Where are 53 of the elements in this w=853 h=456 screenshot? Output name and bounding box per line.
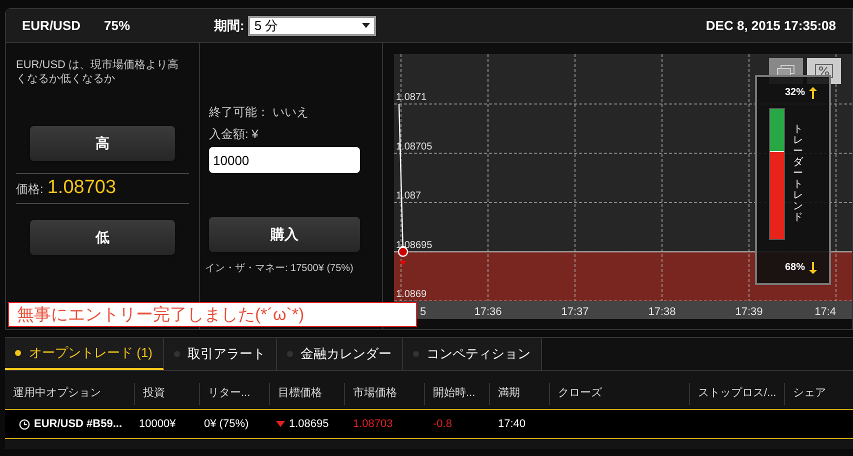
clock-icon — [19, 418, 30, 430]
price-label: 価格: — [16, 180, 44, 198]
column-header: クローズ — [550, 382, 690, 404]
down-percent: 68% — [784, 261, 805, 275]
date-time: DEC 8, 2015 17:35:08 — [706, 16, 836, 35]
price-value: 1.08703 — [47, 176, 116, 200]
tab[interactable]: オープントレード (1) — [5, 338, 164, 370]
down-arrow-icon — [809, 262, 817, 274]
caret-icon — [362, 23, 370, 28]
axis-label: 1.0869 — [396, 289, 427, 300]
amount-label: 入金額: ¥ — [209, 126, 260, 143]
table-cell-text: -0.8 — [432, 416, 453, 432]
axis-label: 1.0871 — [396, 92, 427, 103]
question-text: EUR/USD は、現市場価格より高くなるか低くなるか — [16, 58, 180, 86]
high-button[interactable]: 高 — [30, 126, 175, 161]
table-row[interactable]: EUR/USD #B59... 10000¥ 0¥ (75%) 1.08695 1.08703 -0.8 17:40 — [5, 409, 853, 439]
column-header: リター... — [200, 382, 270, 404]
column-header: ストップロス/... — [690, 382, 785, 404]
closable-text: 終了可能： いいえ — [209, 104, 310, 121]
period-dropdown[interactable]: 5 分 — [248, 16, 376, 36]
table-cell-text: 0¥ (75%) — [203, 416, 250, 432]
up-percent: 32% — [784, 86, 805, 100]
table-cell-text: 1.08695 — [289, 416, 329, 432]
axis-label: 17:37 — [561, 306, 589, 318]
tab[interactable]: 金融カレンダー — [276, 338, 402, 370]
column-header: シェア — [792, 386, 827, 402]
in-the-money-text: イン・ザ・マネー: 17500¥ (75%) — [205, 262, 354, 276]
column-header: 投資 — [135, 382, 200, 404]
column-header: 開始時... — [425, 382, 490, 404]
axis-label: 5 — [420, 306, 426, 318]
table-cell-text: 17:40 — [497, 416, 527, 432]
axis-label: 17:39 — [735, 306, 763, 318]
symbol: EUR/USD — [22, 16, 82, 35]
table-cell-text: 10000¥ — [138, 416, 177, 432]
axis-label: 17:4 — [814, 306, 836, 318]
up-arrow-icon — [809, 86, 817, 98]
table-cell-text: 1.08703 — [352, 416, 394, 432]
low-button[interactable]: 低 — [30, 220, 175, 255]
buy-button[interactable]: 購入 — [209, 217, 360, 252]
period-label: 期間: — [214, 16, 244, 35]
column-header: 運用中オプション — [5, 382, 135, 404]
toast-message: 無事にエントリー完了しました(*´ω`*) — [8, 302, 417, 327]
tab[interactable]: 取引アラート — [164, 338, 276, 370]
payout: 75% — [104, 16, 132, 35]
column-header: 目標価格 — [270, 382, 345, 404]
tab[interactable]: コンペティション — [402, 338, 542, 370]
axis-label: 17:36 — [474, 306, 502, 318]
trend-title: トレーダートレンド — [793, 124, 803, 225]
column-header: 満期 — [490, 382, 550, 404]
column-header: 市場価格 — [345, 382, 425, 404]
table-cell-text: EUR/USD #B59... — [34, 416, 122, 432]
axis-label: 17:38 — [648, 306, 676, 318]
amount-field[interactable]: 10000 — [209, 147, 360, 173]
